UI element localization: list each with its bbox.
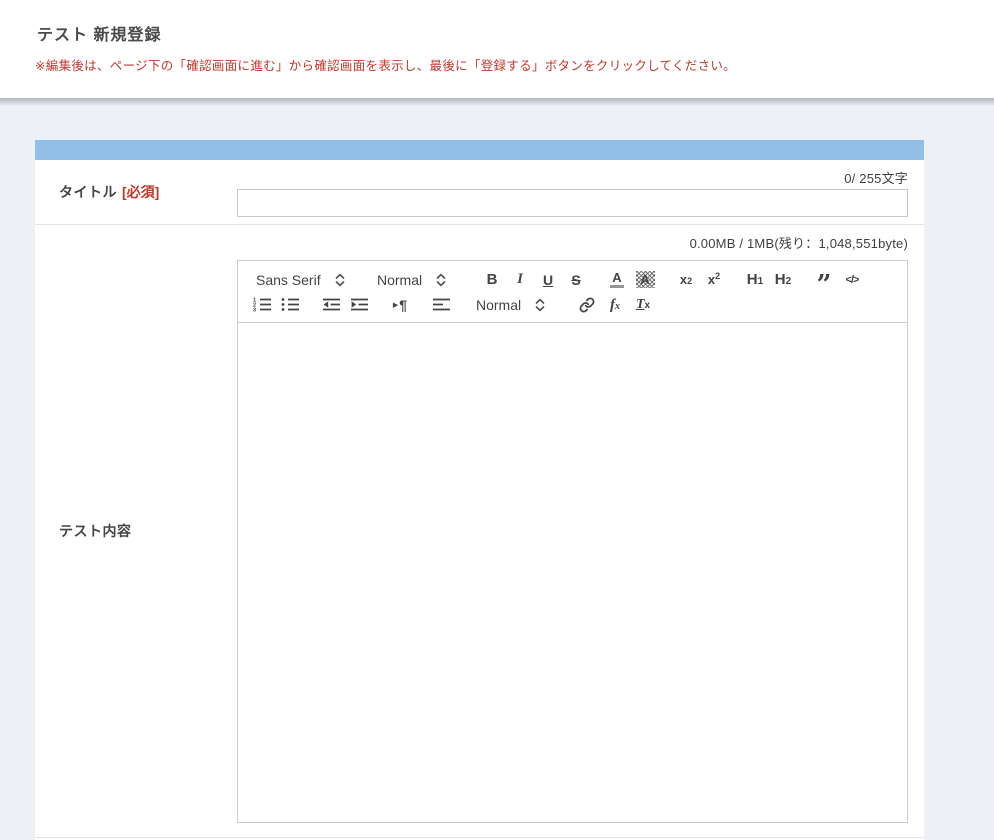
edit-instruction-note: ※編集後は、ページ下の「確認画面に進む」から確認画面を表示し、最後に「登録する」… — [35, 55, 736, 74]
header-format-picker-value: Normal — [377, 272, 422, 288]
editor-content-area[interactable] — [238, 323, 907, 822]
bullet-list-button[interactable] — [276, 293, 304, 317]
svg-text:3: 3 — [253, 308, 256, 312]
text-direction-icon: ▶¶ — [393, 297, 407, 313]
panel-accent-bar — [35, 140, 924, 160]
superscript-button[interactable]: x2 — [700, 268, 728, 292]
header1-icon: H1 — [747, 272, 763, 287]
list-group: 1 2 3 — [248, 293, 304, 317]
formula-button[interactable]: fx — [601, 293, 629, 317]
title-label-cell: タイトル [必須] — [35, 160, 237, 224]
header2-button[interactable]: H2 — [769, 268, 797, 292]
italic-icon: I — [517, 271, 523, 288]
underline-icon: U — [543, 272, 553, 288]
italic-button[interactable]: I — [506, 268, 534, 292]
updown-chevron-icon — [535, 298, 545, 312]
strikethrough-button[interactable]: S — [562, 268, 590, 292]
toolbar-row-1: Sans Serif Normal — [248, 267, 899, 292]
header1-button[interactable]: H1 — [741, 268, 769, 292]
clear-format-button[interactable]: Tx — [629, 293, 657, 317]
subscript-icon: x2 — [680, 273, 692, 286]
lineheight-group: Normal — [468, 293, 560, 317]
form-panel: タイトル [必須] 0/ 255文字 テスト内容 0.00MB / 1MB(残り… — [35, 140, 924, 840]
outdent-button[interactable] — [317, 293, 345, 317]
indent-group — [317, 293, 373, 317]
content-size-counter: 0.00MB / 1MB(残り：1,048,551byte) — [237, 233, 908, 252]
header-group: Normal — [369, 268, 465, 292]
indent-button[interactable] — [345, 293, 373, 317]
blockquote-icon: ” — [817, 270, 832, 290]
text-color-icon: A — [610, 271, 624, 288]
page-header: テスト 新規登録 ※編集後は、ページ下の「確認画面に進む」から確認画面を表示し、… — [0, 0, 994, 98]
color-group: A A — [603, 268, 659, 292]
underline-button[interactable]: U — [534, 268, 562, 292]
title-input[interactable] — [237, 189, 908, 217]
link-button[interactable] — [573, 293, 601, 317]
strikethrough-icon: S — [571, 272, 580, 288]
header-format-picker[interactable]: Normal — [369, 268, 465, 292]
ordered-list-button[interactable]: 1 2 3 — [248, 293, 276, 317]
line-height-picker-value: Normal — [476, 297, 521, 313]
link-icon — [579, 297, 595, 313]
updown-chevron-icon — [335, 273, 345, 287]
rich-text-editor: Sans Serif Normal — [237, 260, 908, 823]
script-group: x2 x2 — [672, 268, 728, 292]
header2-icon: H2 — [775, 272, 791, 287]
font-family-picker[interactable]: Sans Serif — [248, 268, 356, 292]
font-family-picker-value: Sans Serif — [256, 272, 321, 288]
toolbar-row-2: 1 2 3 — [248, 292, 899, 317]
required-badge: [必須] — [122, 182, 159, 202]
title-char-counter: 0/ 255文字 — [237, 168, 908, 187]
background-color-icon: A — [636, 271, 655, 288]
align-left-icon — [432, 297, 451, 312]
editor-toolbar: Sans Serif Normal — [238, 261, 907, 323]
block-group: ” </> — [810, 268, 866, 292]
outdent-icon — [322, 297, 341, 312]
ordered-list-icon: 1 2 3 — [253, 297, 272, 312]
code-block-button[interactable]: </> — [838, 268, 866, 292]
formula-icon: fx — [610, 298, 620, 312]
form-row-content: テスト内容 0.00MB / 1MB(残り：1,048,551byte) San… — [35, 225, 924, 838]
page-title: テスト 新規登録 — [37, 21, 161, 45]
line-height-picker[interactable]: Normal — [468, 293, 560, 317]
direction-group: ▶¶ — [386, 293, 414, 317]
clear-format-icon: Tx — [636, 298, 650, 311]
bullet-list-icon — [281, 297, 300, 312]
font-group: Sans Serif — [248, 268, 356, 292]
subscript-button[interactable]: x2 — [672, 268, 700, 292]
heading-group: H1 H2 — [741, 268, 797, 292]
form-row-title: タイトル [必須] 0/ 255文字 — [35, 160, 924, 225]
title-label: タイトル — [59, 182, 117, 202]
text-color-button[interactable]: A — [603, 268, 631, 292]
superscript-icon: x2 — [708, 273, 720, 286]
bold-button[interactable]: B — [478, 268, 506, 292]
background-color-button[interactable]: A — [631, 268, 659, 292]
inline-style-group: B I U S — [478, 268, 590, 292]
content-editor-cell: 0.00MB / 1MB(残り：1,048,551byte) Sans Seri… — [237, 225, 924, 837]
align-group — [427, 293, 455, 317]
code-block-icon: </> — [846, 274, 859, 286]
blockquote-button[interactable]: ” — [810, 268, 838, 292]
text-direction-button[interactable]: ▶¶ — [386, 293, 414, 317]
bold-icon: B — [487, 271, 498, 288]
updown-chevron-icon — [436, 273, 446, 287]
content-label: テスト内容 — [59, 521, 132, 541]
align-picker-button[interactable] — [427, 293, 455, 317]
title-input-cell: 0/ 255文字 — [237, 160, 924, 224]
insert-group: fx Tx — [573, 293, 657, 317]
indent-icon — [350, 297, 369, 312]
content-label-cell: テスト内容 — [35, 225, 237, 837]
